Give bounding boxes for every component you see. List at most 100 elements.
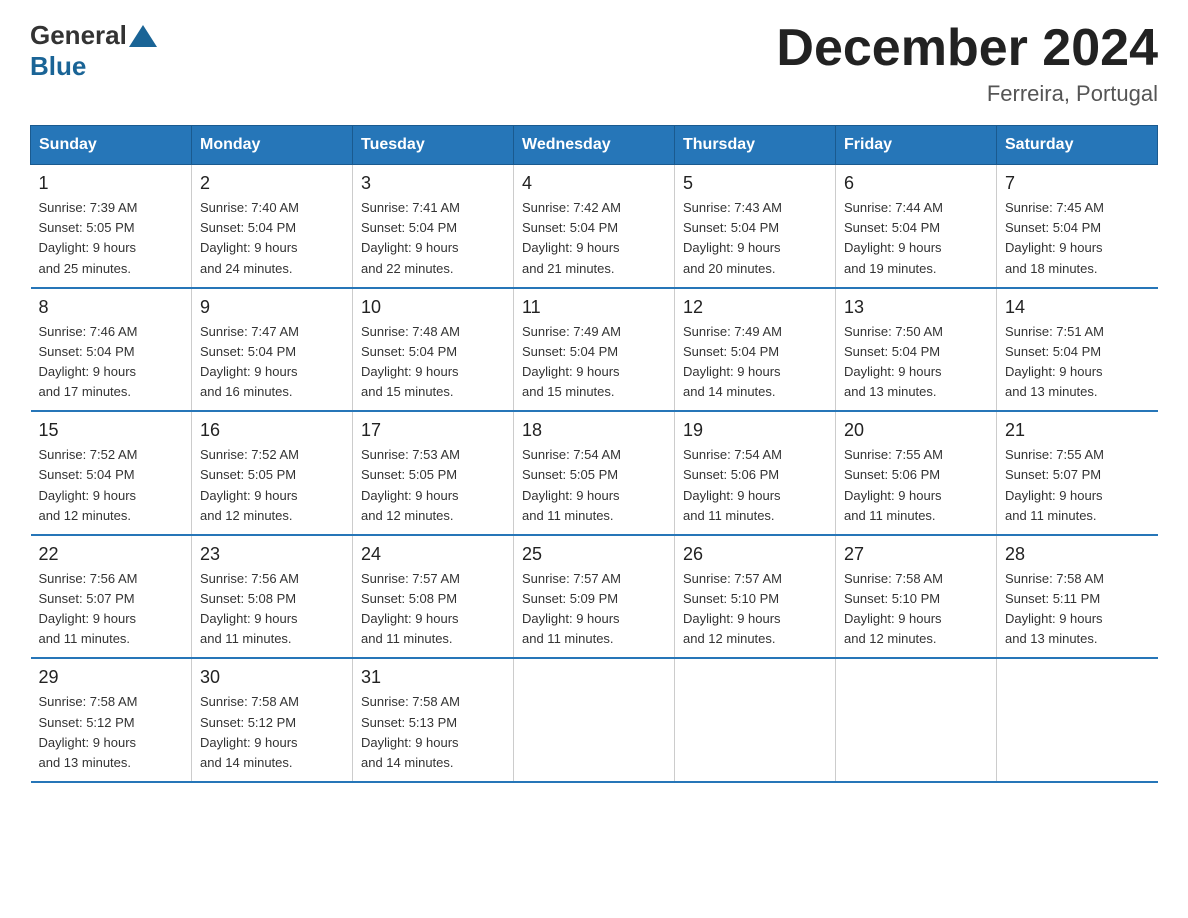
header-cell-thursday: Thursday [675, 126, 836, 165]
day-number: 2 [200, 173, 344, 194]
day-number: 7 [1005, 173, 1150, 194]
day-number: 12 [683, 297, 827, 318]
day-number: 30 [200, 667, 344, 688]
day-cell [997, 658, 1158, 782]
day-cell: 3Sunrise: 7:41 AMSunset: 5:04 PMDaylight… [353, 165, 514, 288]
day-cell: 24 Sunrise: 7:57 AMSunset: 5:08 PMDayligh… [353, 535, 514, 659]
week-row: 8 Sunrise: 7:46 AMSunset: 5:04 PMDaylight… [31, 288, 1158, 412]
day-cell: 2 Sunrise: 7:40 AMSunset: 5:04 PMDaylight… [192, 165, 353, 288]
day-cell: 30Sunrise: 7:58 AMSunset: 5:12 PMDayligh… [192, 658, 353, 782]
day-number: 21 [1005, 420, 1150, 441]
day-cell: 6 Sunrise: 7:44 AMSunset: 5:04 PMDaylight… [836, 165, 997, 288]
day-info: Sunrise: 7:54 AMSunset: 5:05 PMDaylight:… [522, 447, 621, 522]
header-cell-friday: Friday [836, 126, 997, 165]
day-number: 26 [683, 544, 827, 565]
day-info: Sunrise: 7:42 AMSunset: 5:04 PMDaylight:… [522, 200, 621, 275]
day-number: 9 [200, 297, 344, 318]
day-cell [514, 658, 675, 782]
day-number: 23 [200, 544, 344, 565]
day-info: Sunrise: 7:48 AMSunset: 5:04 PMDaylight:… [361, 324, 460, 399]
title-area: December 2024 Ferreira, Portugal [776, 20, 1158, 107]
day-number: 18 [522, 420, 666, 441]
day-number: 28 [1005, 544, 1150, 565]
week-row: 15 Sunrise: 7:52 AMSunset: 5:04 PMDayligh… [31, 411, 1158, 535]
day-cell: 18 Sunrise: 7:54 AMSunset: 5:05 PMDayligh… [514, 411, 675, 535]
day-info: Sunrise: 7:58 AMSunset: 5:10 PMDaylight:… [844, 571, 943, 646]
header-row: SundayMondayTuesdayWednesdayThursdayFrid… [31, 126, 1158, 165]
day-number: 5 [683, 173, 827, 194]
day-cell: 1Sunrise: 7:39 AMSunset: 5:05 PMDaylight… [31, 165, 192, 288]
day-cell: 8 Sunrise: 7:46 AMSunset: 5:04 PMDaylight… [31, 288, 192, 412]
header-cell-wednesday: Wednesday [514, 126, 675, 165]
day-info: Sunrise: 7:54 AMSunset: 5:06 PMDaylight:… [683, 447, 782, 522]
day-number: 13 [844, 297, 988, 318]
week-row: 22Sunrise: 7:56 AMSunset: 5:07 PMDayligh… [31, 535, 1158, 659]
day-info: Sunrise: 7:40 AMSunset: 5:04 PMDaylight:… [200, 200, 299, 275]
day-cell: 14 Sunrise: 7:51 AMSunset: 5:04 PMDayligh… [997, 288, 1158, 412]
day-number: 1 [39, 173, 184, 194]
day-cell: 23 Sunrise: 7:56 AMSunset: 5:08 PMDayligh… [192, 535, 353, 659]
day-info: Sunrise: 7:57 AMSunset: 5:08 PMDaylight:… [361, 571, 460, 646]
day-info: Sunrise: 7:55 AMSunset: 5:06 PMDaylight:… [844, 447, 943, 522]
day-info: Sunrise: 7:44 AMSunset: 5:04 PMDaylight:… [844, 200, 943, 275]
day-info: Sunrise: 7:56 AMSunset: 5:08 PMDaylight:… [200, 571, 299, 646]
day-cell: 15 Sunrise: 7:52 AMSunset: 5:04 PMDayligh… [31, 411, 192, 535]
main-title: December 2024 [776, 20, 1158, 77]
day-cell: 7 Sunrise: 7:45 AMSunset: 5:04 PMDaylight… [997, 165, 1158, 288]
day-cell: 28 Sunrise: 7:58 AMSunset: 5:11 PMDayligh… [997, 535, 1158, 659]
calendar-table: SundayMondayTuesdayWednesdayThursdayFrid… [30, 125, 1158, 783]
day-cell: 29 Sunrise: 7:58 AMSunset: 5:12 PMDayligh… [31, 658, 192, 782]
day-cell: 10Sunrise: 7:48 AMSunset: 5:04 PMDayligh… [353, 288, 514, 412]
day-cell [675, 658, 836, 782]
day-info: Sunrise: 7:46 AMSunset: 5:04 PMDaylight:… [39, 324, 138, 399]
week-row: 1Sunrise: 7:39 AMSunset: 5:05 PMDaylight… [31, 165, 1158, 288]
day-cell: 26Sunrise: 7:57 AMSunset: 5:10 PMDayligh… [675, 535, 836, 659]
day-cell: 11 Sunrise: 7:49 AMSunset: 5:04 PMDayligh… [514, 288, 675, 412]
day-number: 24 [361, 544, 505, 565]
day-number: 11 [522, 297, 666, 318]
day-info: Sunrise: 7:47 AMSunset: 5:04 PMDaylight:… [200, 324, 299, 399]
day-cell: 20 Sunrise: 7:55 AMSunset: 5:06 PMDayligh… [836, 411, 997, 535]
location-subtitle: Ferreira, Portugal [776, 81, 1158, 107]
day-number: 29 [39, 667, 184, 688]
day-cell: 13 Sunrise: 7:50 AMSunset: 5:04 PMDayligh… [836, 288, 997, 412]
day-number: 20 [844, 420, 988, 441]
logo-blue-text: Blue [30, 51, 86, 81]
day-info: Sunrise: 7:52 AMSunset: 5:04 PMDaylight:… [39, 447, 138, 522]
header-cell-monday: Monday [192, 126, 353, 165]
day-cell: 12Sunrise: 7:49 AMSunset: 5:04 PMDayligh… [675, 288, 836, 412]
day-number: 15 [39, 420, 184, 441]
day-info: Sunrise: 7:58 AMSunset: 5:11 PMDaylight:… [1005, 571, 1104, 646]
day-info: Sunrise: 7:56 AMSunset: 5:07 PMDaylight:… [39, 571, 138, 646]
day-number: 14 [1005, 297, 1150, 318]
day-number: 3 [361, 173, 505, 194]
header-cell-saturday: Saturday [997, 126, 1158, 165]
day-info: Sunrise: 7:49 AMSunset: 5:04 PMDaylight:… [522, 324, 621, 399]
day-cell: 27Sunrise: 7:58 AMSunset: 5:10 PMDayligh… [836, 535, 997, 659]
week-row: 29 Sunrise: 7:58 AMSunset: 5:12 PMDayligh… [31, 658, 1158, 782]
day-number: 31 [361, 667, 505, 688]
day-cell [836, 658, 997, 782]
calendar-header: SundayMondayTuesdayWednesdayThursdayFrid… [31, 126, 1158, 165]
header-cell-sunday: Sunday [31, 126, 192, 165]
day-info: Sunrise: 7:43 AMSunset: 5:04 PMDaylight:… [683, 200, 782, 275]
day-cell: 22Sunrise: 7:56 AMSunset: 5:07 PMDayligh… [31, 535, 192, 659]
day-number: 25 [522, 544, 666, 565]
day-cell: 4 Sunrise: 7:42 AMSunset: 5:04 PMDaylight… [514, 165, 675, 288]
day-number: 6 [844, 173, 988, 194]
day-info: Sunrise: 7:52 AMSunset: 5:05 PMDaylight:… [200, 447, 299, 522]
day-number: 19 [683, 420, 827, 441]
day-number: 8 [39, 297, 184, 318]
page-header: General Blue December 2024 Ferreira, Por… [30, 20, 1158, 107]
day-info: Sunrise: 7:58 AMSunset: 5:12 PMDaylight:… [39, 694, 138, 769]
day-info: Sunrise: 7:55 AMSunset: 5:07 PMDaylight:… [1005, 447, 1104, 522]
day-info: Sunrise: 7:45 AMSunset: 5:04 PMDaylight:… [1005, 200, 1104, 275]
day-info: Sunrise: 7:51 AMSunset: 5:04 PMDaylight:… [1005, 324, 1104, 399]
day-cell: 25Sunrise: 7:57 AMSunset: 5:09 PMDayligh… [514, 535, 675, 659]
logo-general-text: General [30, 20, 127, 51]
day-cell: 31Sunrise: 7:58 AMSunset: 5:13 PMDayligh… [353, 658, 514, 782]
day-info: Sunrise: 7:50 AMSunset: 5:04 PMDaylight:… [844, 324, 943, 399]
day-info: Sunrise: 7:53 AMSunset: 5:05 PMDaylight:… [361, 447, 460, 522]
day-number: 4 [522, 173, 666, 194]
day-cell: 17Sunrise: 7:53 AMSunset: 5:05 PMDayligh… [353, 411, 514, 535]
